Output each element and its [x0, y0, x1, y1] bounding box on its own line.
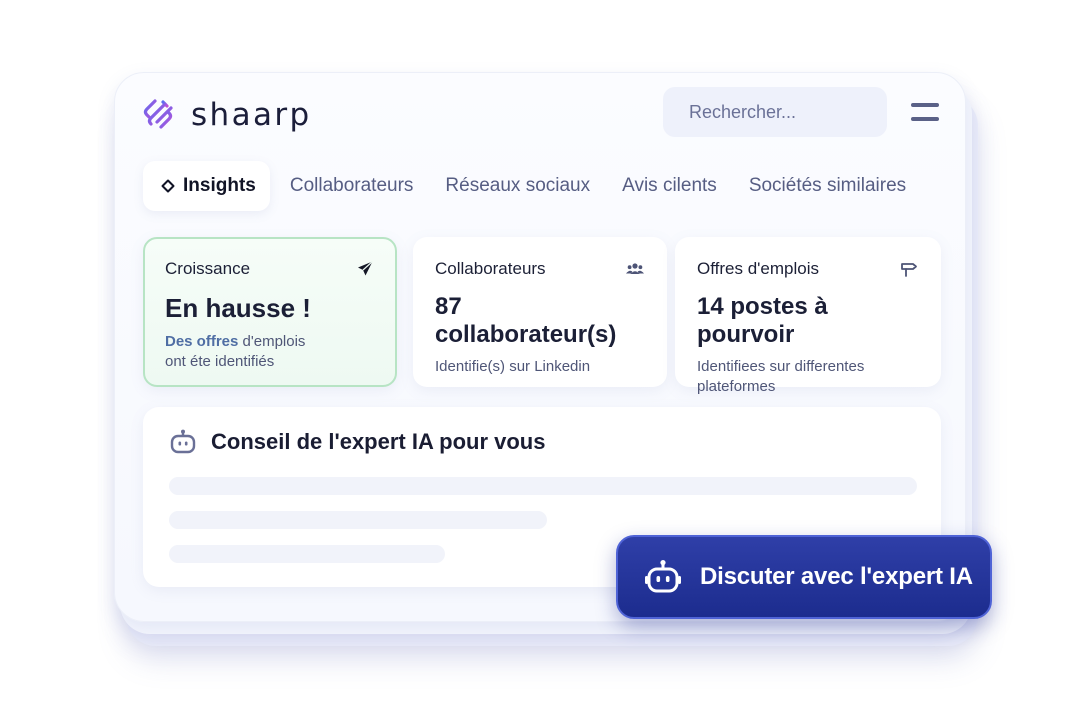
menu-bar: [911, 117, 939, 121]
tab-label: Avis cilents: [622, 175, 717, 196]
growth-value: En hausse !: [165, 293, 311, 323]
tab-label: Collaborateurs: [289, 175, 414, 196]
job-offers-subtitle: Identifiees sur differentes plateformes: [697, 358, 865, 396]
subtitle-highlight: Des offres: [165, 333, 239, 350]
tab-collaborateurs[interactable]: Collaborateurs: [274, 161, 430, 211]
menu-bar: [911, 103, 939, 107]
skeleton-line: [169, 545, 445, 563]
growth-subtitle: Des offres d'emplois ont éte identifiés: [165, 332, 375, 373]
growth-card[interactable]: Croissance En hausse ! Des offres d'empl…: [143, 237, 397, 387]
skeleton-line: [169, 511, 547, 529]
chat-with-ai-expert-button[interactable]: Discuter avec l'expert IA: [616, 535, 992, 619]
robot-icon: [170, 429, 196, 454]
skeleton-line: [169, 477, 917, 495]
cta-label: Discuter avec l'expert IA: [700, 563, 973, 590]
employees-subtitle: Identifie(s) sur Linkedin: [435, 358, 591, 375]
job-offers-value: 14 postes à pourvoir: [697, 293, 828, 348]
advice-title: Conseil de l'expert IA pour vous: [211, 429, 546, 454]
tab-bar: Insights Collaborateurs Réseaux sociaux …: [143, 161, 922, 211]
employees-card[interactable]: Collaborateurs 87 collaborateur(s) Ident…: [413, 237, 667, 387]
subtitle-text: d'emplois: [238, 333, 306, 350]
brand-name: shaarp: [191, 97, 312, 133]
tab-label: Sociétés similaires: [748, 175, 907, 196]
tab-reseaux-sociaux[interactable]: Réseaux sociaux: [429, 161, 606, 211]
card-title: Offres d'emplois: [697, 259, 819, 278]
rocket-icon: [358, 261, 373, 276]
users-icon: [626, 263, 644, 274]
brand-logo[interactable]: shaarp: [141, 97, 312, 133]
tab-avis-clients[interactable]: Avis cilents: [606, 161, 733, 211]
shaarp-logo-icon: [143, 99, 173, 129]
hamburger-menu-icon[interactable]: [911, 101, 939, 123]
stage: shaarp Insights Collaborateurs Réseaux s…: [0, 0, 1080, 720]
subtitle-text-line2: ont éte identifiés: [165, 353, 275, 371]
search-input[interactable]: [663, 87, 887, 137]
robot-icon: [645, 560, 681, 593]
card-title: Croissance: [165, 259, 251, 278]
tab-societes-similaires[interactable]: Sociétés similaires: [733, 161, 922, 211]
job-offers-card[interactable]: Offres d'emplois 14 postes à pourvoir Id…: [675, 237, 941, 395]
tab-label: Insights: [183, 175, 256, 196]
diamond-icon: [161, 179, 175, 193]
tab-insights[interactable]: Insights: [143, 161, 270, 211]
signpost-icon: [901, 263, 917, 277]
card-title: Collaborateurs: [435, 259, 546, 278]
tab-label: Réseaux sociaux: [445, 175, 591, 196]
employees-value: 87 collaborateur(s): [435, 293, 617, 348]
